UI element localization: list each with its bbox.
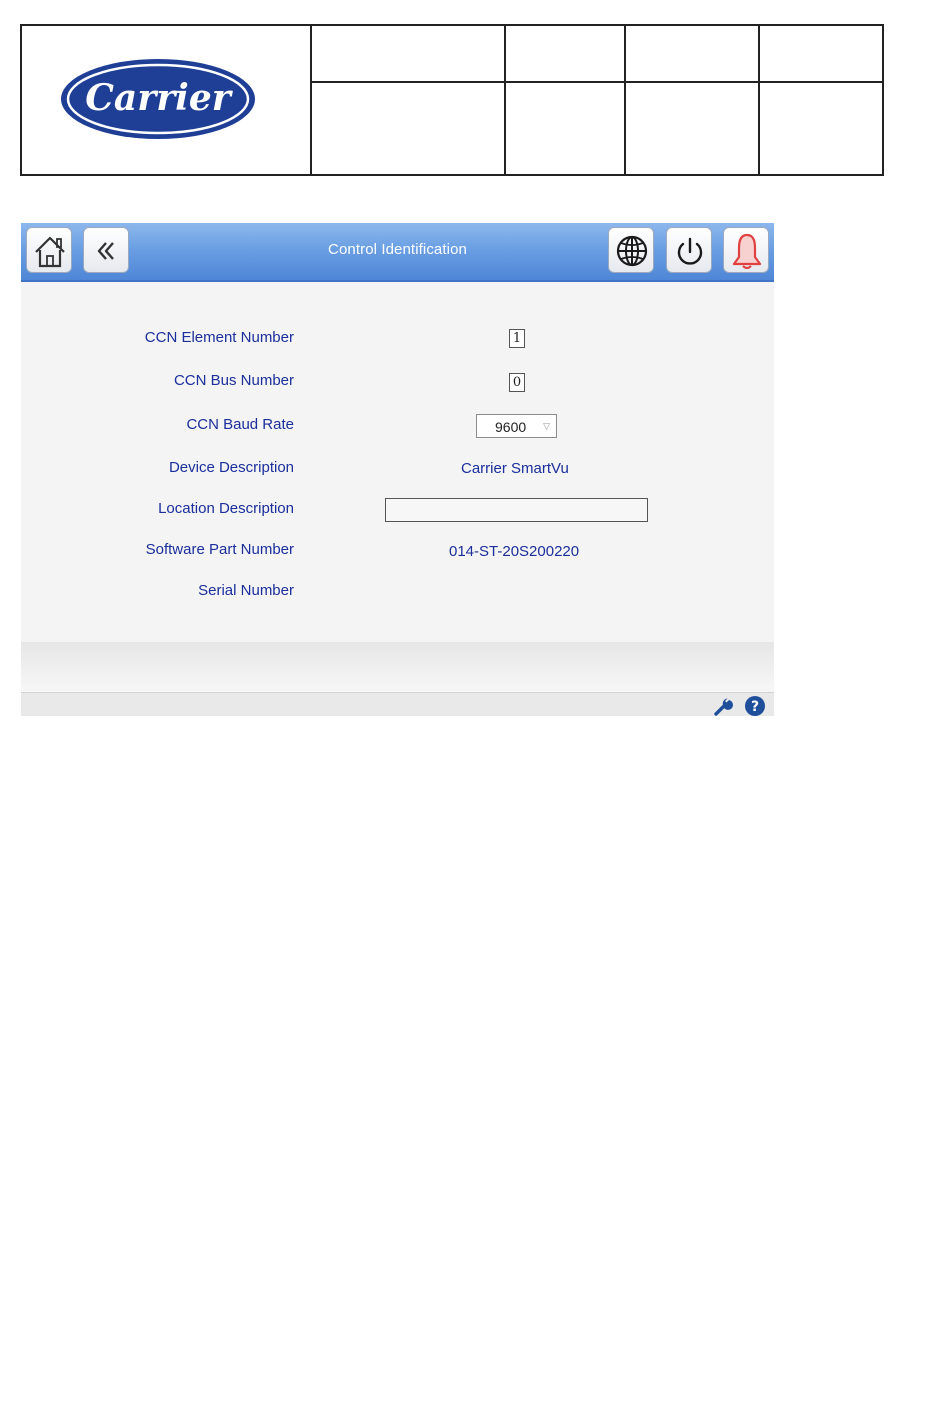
status-bar: ? [21, 692, 774, 716]
ccn-baud-rate-select[interactable]: 9600 ▽ [476, 414, 557, 438]
ccn-bus-number-field[interactable]: 0 [509, 373, 525, 392]
table-divider [758, 26, 760, 174]
ccn-element-number-field[interactable]: 1 [509, 329, 525, 348]
location-description-input[interactable] [385, 498, 648, 522]
wrench-icon [714, 698, 733, 716]
table-divider [310, 81, 882, 83]
footer-band [21, 642, 774, 692]
table-divider [624, 26, 626, 174]
screen-title: Control Identification [328, 241, 467, 258]
device-description-value: Carrier SmartVu [461, 460, 569, 477]
software-part-number-value: 014-ST-20S200220 [449, 543, 580, 560]
carrier-logo: Carrier [60, 58, 256, 140]
ccn-baud-rate-value: 9600 [495, 419, 527, 435]
alarm-button[interactable] [723, 227, 769, 273]
title-bar: Control Identification [21, 223, 774, 282]
logo-text: Carrier [85, 77, 233, 119]
table-divider [504, 26, 506, 174]
alarm-bell-icon [732, 233, 762, 269]
device-description-label: Device Description [168, 459, 294, 476]
globe-icon [616, 235, 648, 267]
software-part-number-label: Software Part Number [145, 541, 294, 558]
control-identification-screen: Control Identification CCN Element Numbe… [21, 223, 774, 716]
ccn-element-number-label: CCN Element Number [144, 329, 294, 346]
svg-text:?: ? [751, 699, 759, 715]
table-divider [310, 26, 312, 174]
power-button[interactable] [666, 227, 712, 273]
settings-tool-button[interactable] [712, 695, 734, 716]
language-button[interactable] [608, 227, 654, 273]
power-icon [677, 237, 703, 265]
ccn-baud-rate-label: CCN Baud Rate [186, 416, 294, 433]
help-icon: ? [745, 696, 765, 716]
ccn-bus-number-label: CCN Bus Number [173, 372, 294, 389]
serial-number-label: Serial Number [198, 582, 294, 599]
document-header-table: Carrier [20, 24, 884, 176]
help-button[interactable]: ? [744, 695, 766, 716]
location-description-label: Location Description [158, 500, 294, 517]
chevron-down-icon: ▽ [543, 421, 550, 431]
